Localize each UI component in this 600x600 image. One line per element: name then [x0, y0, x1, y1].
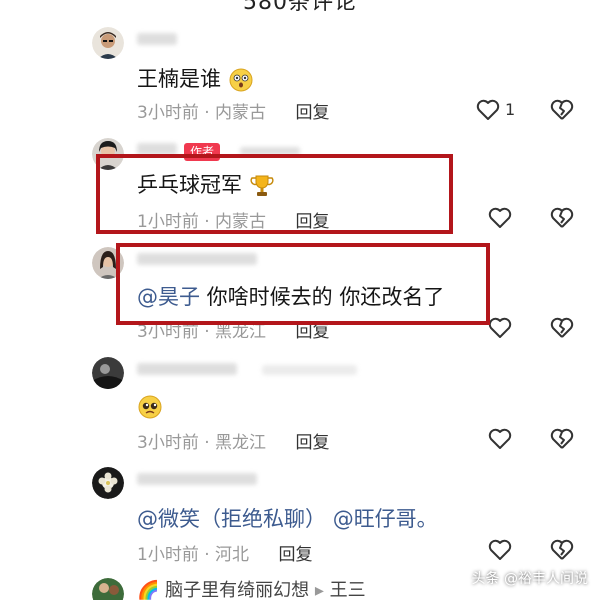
heart-icon[interactable] [487, 537, 513, 563]
reply-button[interactable]: 回复 [295, 322, 329, 342]
heart-icon[interactable] [487, 426, 513, 452]
comment-text[interactable] [137, 393, 163, 420]
username-redacted [137, 363, 237, 375]
broken-heart-icon[interactable] [549, 537, 575, 563]
mention-link[interactable]: @微笑（拒绝私聊） [137, 507, 326, 531]
username[interactable]: 脑子里有绮丽幻想 [165, 580, 309, 600]
broken-heart-icon[interactable] [549, 315, 575, 341]
username-redacted [137, 473, 257, 485]
broken-heart-icon[interactable] [549, 205, 575, 231]
like-count: 1 [505, 100, 516, 119]
reply-button[interactable]: 回复 [278, 545, 312, 565]
astonished-face-icon [228, 67, 254, 93]
username-redacted [262, 365, 357, 375]
broken-heart-icon[interactable] [549, 426, 575, 452]
heart-icon[interactable] [487, 315, 513, 341]
reply-arrow-icon: ▸ [314, 580, 324, 600]
username-redacted [137, 33, 177, 45]
reply-header: 🌈 脑子里有绮丽幻想 ▸ 王三 [137, 578, 366, 600]
highlight-box [96, 154, 453, 234]
comment-text[interactable]: 王楠是谁 [137, 66, 254, 93]
comment-meta: 1小时前 · 河北 回复 [137, 545, 313, 565]
comment-page: 580条评论 王楠是谁 3小时前 · 内蒙古 回复 1 作者 乒乓球冠军 1小时… [0, 0, 600, 600]
comment-meta: 3小时前 · 内蒙古 回复 [137, 103, 330, 123]
watermark: 头条 @裕丰人间说 [471, 571, 588, 587]
mention-link[interactable]: @旺仔哥。 [333, 507, 438, 531]
avatar[interactable] [92, 357, 124, 389]
reply-target[interactable]: 王三 [330, 580, 366, 600]
reply-button[interactable]: 回复 [295, 103, 329, 123]
avatar[interactable] [92, 27, 124, 59]
heart-icon[interactable] [475, 97, 501, 123]
broken-heart-icon[interactable] [549, 97, 575, 123]
pleading-face-icon [137, 394, 163, 420]
highlight-box [116, 243, 490, 325]
comment-meta: 3小时前 · 黑龙江 回复 [137, 433, 330, 453]
comment-text[interactable]: @微笑（拒绝私聊） @旺仔哥。 [137, 506, 438, 532]
heart-icon[interactable] [487, 205, 513, 231]
reply-button[interactable]: 回复 [295, 433, 329, 453]
avatar[interactable] [92, 578, 124, 600]
avatar[interactable] [92, 467, 124, 499]
comment-count-title: 580条评论 [243, 0, 357, 15]
rainbow-icon: 🌈 [137, 580, 160, 600]
